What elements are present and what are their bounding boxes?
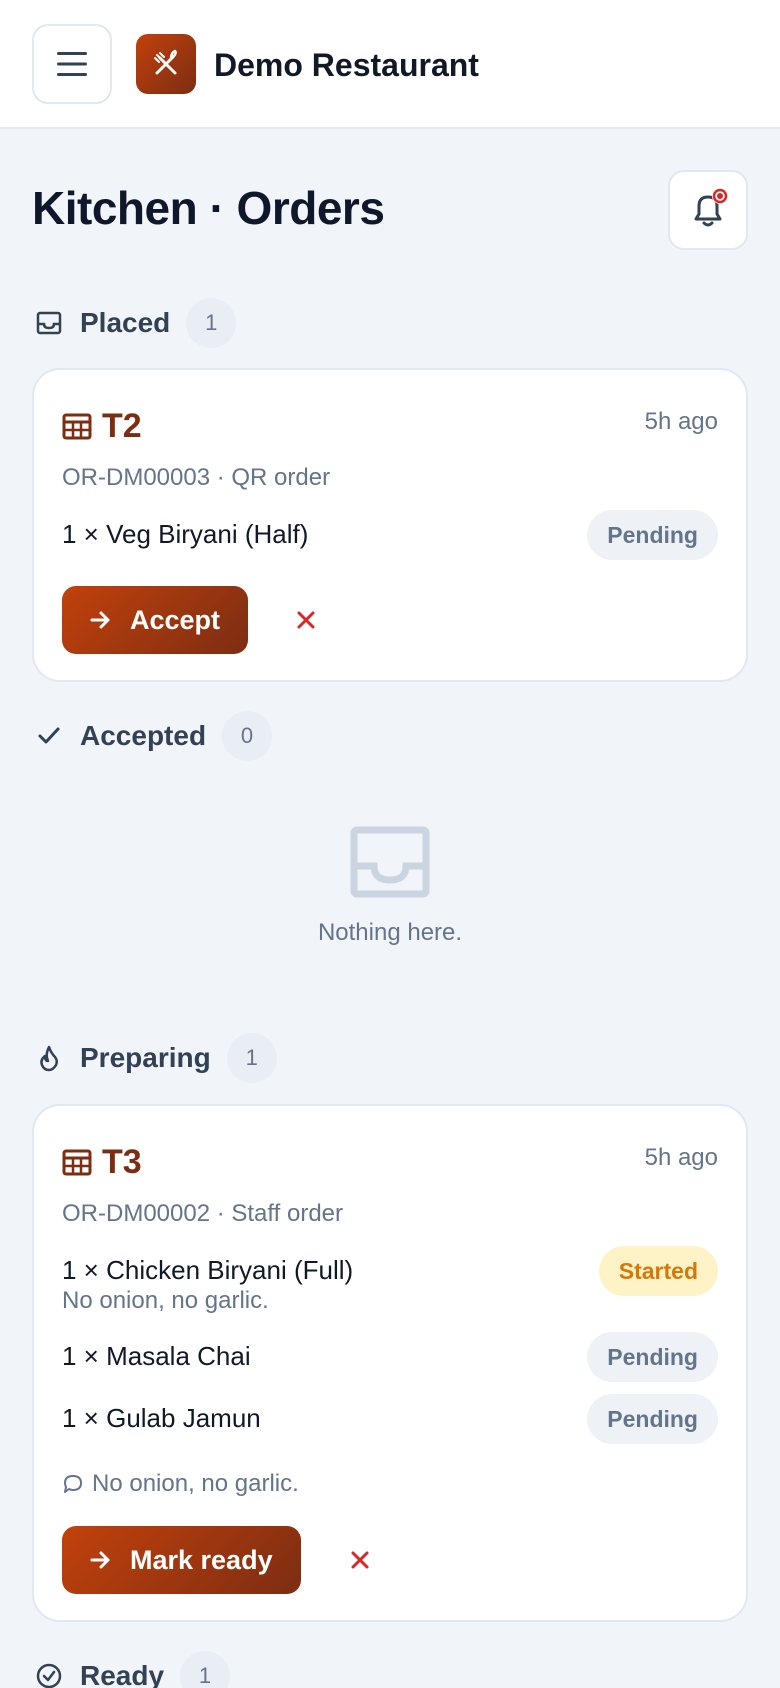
status-badge: Started: [598, 1246, 718, 1296]
table-icon: [62, 1149, 92, 1176]
section-accepted-header: Accepted 0: [32, 711, 273, 761]
restaurant-logo[interactable]: [136, 34, 196, 94]
reject-button[interactable]: [286, 600, 326, 640]
table-icon: [62, 413, 92, 440]
order-item: 1 × Gulab Jamun Pending: [62, 1394, 718, 1444]
section-placed-header: Placed 1: [32, 298, 237, 348]
check-icon: [32, 719, 66, 753]
order-card: T3 5h ago OR-DM00002 · Staff order 1 × C…: [32, 1104, 748, 1622]
order-item: 1 × Veg Biryani (Half) Pending: [62, 510, 718, 560]
section-preparing-header: Preparing 1: [32, 1033, 277, 1083]
empty-state: Nothing here.: [32, 826, 748, 947]
notifications-button[interactable]: [668, 170, 748, 250]
mark-ready-button[interactable]: Mark ready: [62, 1526, 301, 1594]
order-age: 5h ago: [644, 408, 718, 435]
mark-ready-button-label: Mark ready: [130, 1544, 273, 1575]
check-circle-icon: [32, 1659, 66, 1688]
accept-button[interactable]: Accept: [62, 586, 249, 654]
section-count: 1: [226, 1033, 277, 1083]
status-badge: Pending: [587, 1332, 718, 1382]
arrow-right-icon: [90, 1550, 112, 1570]
order-note: No onion, no garlic.: [62, 1470, 299, 1498]
menu-button[interactable]: [32, 24, 112, 104]
status-badge: Pending: [587, 510, 718, 560]
reject-button[interactable]: [340, 1540, 380, 1580]
section-count: 0: [222, 711, 273, 761]
table-number: T3: [102, 1143, 142, 1181]
order-age: 5h ago: [644, 1144, 718, 1171]
section-title: Accepted: [80, 720, 207, 751]
table-heading: T3: [62, 1142, 142, 1182]
utensils-icon: [154, 49, 177, 75]
bell-icon: [694, 188, 728, 227]
close-icon: [297, 611, 315, 629]
empty-inbox-icon: [350, 826, 430, 898]
section-ready-header: Ready 1: [32, 1651, 231, 1688]
section-title: Placed: [80, 307, 171, 338]
top-bar: Demo Restaurant: [0, 0, 780, 129]
empty-state-text: Nothing here.: [317, 919, 463, 946]
arrow-right-icon: [90, 610, 112, 630]
order-card: T2 5h ago OR-DM00003 · QR order 1 × Veg …: [32, 368, 748, 682]
table-heading: T2: [62, 406, 142, 446]
page-title: Kitchen · Orders: [32, 182, 385, 234]
section-count: 1: [186, 298, 237, 348]
accept-button-label: Accept: [130, 604, 221, 635]
brand-name: Demo Restaurant: [214, 47, 479, 83]
order-note-text: No onion, no garlic.: [92, 1470, 299, 1497]
order-item: 1 × Chicken Biryani (Full) No onion, no …: [62, 1246, 718, 1316]
section-title: Ready: [80, 1660, 165, 1688]
speech-bubble-icon: [62, 1473, 84, 1495]
order-meta: OR-DM00002 · Staff order: [62, 1200, 344, 1227]
section-count: 1: [180, 1651, 231, 1688]
status-badge: Pending: [587, 1394, 718, 1444]
order-item: 1 × Masala Chai Pending: [62, 1332, 718, 1382]
section-title: Preparing: [80, 1042, 211, 1073]
flame-icon: [32, 1041, 66, 1075]
inbox-icon: [32, 306, 66, 340]
close-icon: [351, 1551, 369, 1569]
table-number: T2: [102, 407, 142, 445]
hamburger-icon: [57, 52, 87, 76]
order-meta: OR-DM00003 · QR order: [62, 464, 331, 491]
